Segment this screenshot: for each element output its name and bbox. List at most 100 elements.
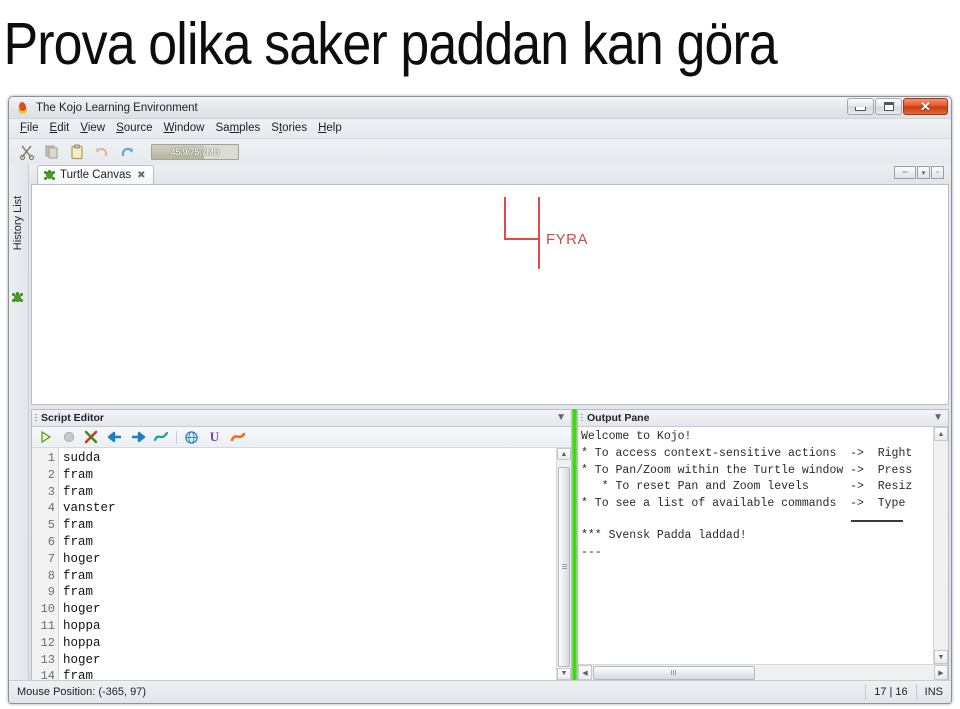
- float-icon[interactable]: ▫▫: [894, 166, 916, 179]
- code-line: hoppa: [63, 618, 101, 633]
- output-line: Welcome to Kojo!: [581, 430, 692, 443]
- drawing-text-label: FYRA: [546, 231, 589, 248]
- output-horizontal-scrollbar[interactable]: ◀ ▶: [578, 664, 948, 680]
- web-button[interactable]: [183, 429, 200, 445]
- scroll-down-icon[interactable]: ▼: [934, 650, 948, 664]
- tab-label: Turtle Canvas: [60, 169, 132, 181]
- stop-button[interactable]: [60, 429, 77, 445]
- menu-item-stories[interactable]: Stories: [266, 121, 313, 136]
- scroll-left-icon[interactable]: ◀: [578, 665, 592, 680]
- redo-icon[interactable]: [117, 142, 137, 162]
- editor-code-area[interactable]: sudda fram fram vanster fram fram hoger …: [59, 448, 556, 680]
- scroll-up-icon[interactable]: ▲: [557, 448, 571, 461]
- cut-icon[interactable]: [17, 142, 37, 162]
- output-separator-rule: [851, 519, 903, 522]
- tab-turtle-canvas[interactable]: Turtle Canvas ✖: [37, 165, 154, 184]
- scroll-down-icon[interactable]: ▼: [557, 667, 571, 680]
- mouse-position-label: Mouse Position: (-365, 97): [17, 686, 147, 698]
- script-editor-pane: Script Editor ▼ U 1 2 3 4 5 6 7 8 9 10 1…: [31, 409, 572, 681]
- line-number: 4: [47, 501, 55, 516]
- memory-text: 45,9/75,7MB: [170, 147, 220, 157]
- maximize-icon[interactable]: ▫: [931, 166, 944, 179]
- drawing-stroke-horizontal: [504, 238, 540, 240]
- code-line: fram: [63, 484, 94, 499]
- editor-vertical-scrollbar[interactable]: ▲ ▼: [556, 448, 571, 680]
- code-line: fram: [63, 568, 94, 583]
- copy-icon[interactable]: [42, 142, 62, 162]
- output-line: *** Svensk Padda laddad!: [581, 528, 747, 542]
- turtle-icon: [44, 169, 55, 181]
- line-number: 10: [40, 602, 55, 617]
- output-pane-body[interactable]: Welcome to Kojo! * To access context-sen…: [578, 427, 948, 664]
- close-button[interactable]: ✕: [903, 98, 948, 115]
- maximize-button[interactable]: [875, 98, 902, 115]
- canvas-tabstrip: Turtle Canvas ✖ ▫▫ ▾ ▫: [29, 164, 951, 184]
- output-pane-header: Output Pane ▼: [578, 410, 948, 427]
- run-button[interactable]: [37, 429, 54, 445]
- turtle-drawing: FYRA: [472, 197, 612, 269]
- script-editor-body[interactable]: 1 2 3 4 5 6 7 8 9 10 11 12 13 14 sudda f…: [32, 448, 571, 680]
- clear-button[interactable]: [83, 429, 100, 445]
- line-number: 8: [47, 568, 55, 583]
- kojo-flame-icon: [16, 100, 30, 115]
- trace-button[interactable]: [152, 429, 169, 445]
- menu-item-window[interactable]: Window: [159, 121, 211, 136]
- code-line: fram: [63, 534, 94, 549]
- left-dock: History List: [9, 164, 29, 681]
- code-line: hoger: [63, 602, 101, 617]
- pin-icon[interactable]: ▼: [933, 412, 943, 423]
- sidebar-item-history-list[interactable]: History List: [9, 168, 28, 278]
- condense-button[interactable]: [229, 429, 246, 445]
- menu-item-source[interactable]: Source: [111, 121, 158, 136]
- minimize-icon[interactable]: ▾: [917, 166, 930, 179]
- menu-item-edit[interactable]: Edit: [45, 121, 76, 136]
- insert-mode-label: INS: [915, 684, 951, 700]
- output-line: * To see a list of available commands ->…: [581, 497, 913, 511]
- scrollbar-thumb[interactable]: [558, 467, 570, 667]
- turtle-canvas-surface[interactable]: FYRA: [31, 184, 949, 405]
- upload-button[interactable]: U: [206, 429, 223, 445]
- drag-grip-icon[interactable]: [35, 413, 37, 423]
- output-pane-title: Output Pane: [587, 412, 650, 424]
- menu-item-samples[interactable]: Samples: [210, 121, 266, 136]
- script-editor-title: Script Editor: [41, 412, 105, 424]
- code-line: vanster: [63, 501, 116, 516]
- output-vertical-scrollbar[interactable]: ▲ ▼: [933, 427, 948, 664]
- turtle-icon[interactable]: [12, 292, 25, 305]
- code-line: fram: [63, 467, 94, 482]
- scroll-up-icon[interactable]: ▲: [934, 427, 948, 441]
- line-number: 2: [47, 467, 55, 482]
- lower-panes: Script Editor ▼ U 1 2 3 4 5 6 7 8 9 10 1…: [29, 407, 951, 681]
- line-number: 3: [47, 484, 55, 499]
- main-toolbar: 45,9/75,7MB: [9, 139, 951, 166]
- undo-icon[interactable]: [92, 142, 112, 162]
- scroll-right-icon[interactable]: ▶: [934, 665, 948, 680]
- output-line: * To Pan/Zoom within the Turtle window -…: [581, 463, 913, 477]
- code-line: hoppa: [63, 635, 101, 650]
- turtle-canvas-pane: Turtle Canvas ✖ ▫▫ ▾ ▫ FYRA: [29, 164, 951, 407]
- minimize-button[interactable]: [847, 98, 874, 115]
- history-list-label: History List: [12, 195, 25, 251]
- line-number: 12: [40, 635, 55, 650]
- minimize-icon: [855, 107, 866, 111]
- menu-item-file[interactable]: File: [15, 121, 45, 136]
- code-line: sudda: [63, 451, 101, 465]
- pin-icon[interactable]: ▼: [556, 412, 566, 423]
- scrollbar-thumb[interactable]: [593, 665, 755, 680]
- forward-button[interactable]: [129, 429, 146, 445]
- application-body: History List Turtle Canvas ✖ ▫▫ ▾ ▫ FYRA…: [9, 164, 951, 681]
- code-line: hoger: [63, 652, 101, 667]
- window-controls: ✕: [846, 98, 948, 115]
- close-icon[interactable]: ✖: [137, 170, 145, 181]
- memory-indicator[interactable]: 45,9/75,7MB: [151, 144, 239, 160]
- paste-icon[interactable]: [67, 142, 87, 162]
- drag-grip-icon[interactable]: [581, 413, 583, 423]
- menu-item-help[interactable]: Help: [313, 121, 348, 136]
- output-line: ---: [581, 545, 602, 559]
- line-number: 1: [47, 451, 55, 465]
- editor-gutter: 1 2 3 4 5 6 7 8 9 10 11 12 13 14: [32, 448, 59, 680]
- canvas-window-controls: ▫▫ ▾ ▫: [893, 166, 944, 179]
- back-button[interactable]: [106, 429, 123, 445]
- menu-item-view[interactable]: View: [75, 121, 111, 136]
- code-line: hoger: [63, 551, 101, 566]
